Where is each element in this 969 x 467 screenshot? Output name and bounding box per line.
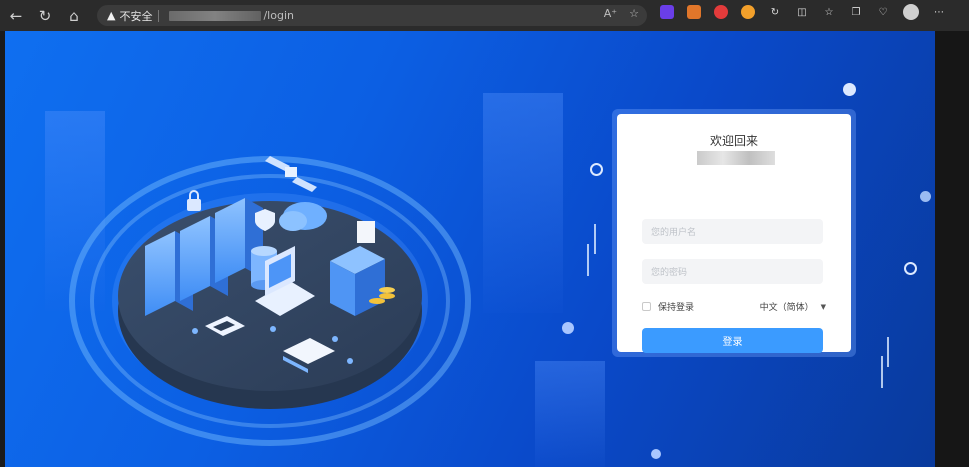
decor-ring — [904, 262, 917, 275]
remember-login[interactable]: 保持登录 — [642, 300, 694, 313]
remember-checkbox[interactable] — [642, 302, 651, 311]
chevron-down-icon: ▼ — [820, 302, 826, 311]
decor-pillar — [483, 93, 563, 313]
password-input[interactable]: 您的密码 — [642, 259, 823, 284]
decor-dot — [920, 191, 931, 202]
back-icon[interactable]: ← — [3, 3, 29, 29]
login-button[interactable]: 登录 — [642, 328, 823, 353]
decor-line — [587, 244, 589, 276]
extension-orange-icon[interactable] — [687, 5, 701, 19]
remember-label: 保持登录 — [658, 303, 695, 313]
decor-dot — [843, 83, 856, 96]
url-path: /login — [263, 9, 294, 22]
performance-icon[interactable]: ♡ — [876, 5, 890, 19]
decor-dot — [347, 358, 353, 364]
decor-line — [887, 337, 889, 367]
split-screen-icon[interactable]: ◫ — [795, 5, 809, 19]
extension-red-icon[interactable] — [714, 5, 728, 19]
more-menu-icon[interactable]: ⋯ — [932, 5, 946, 19]
decor-dot — [332, 336, 338, 342]
address-bar[interactable]: ▲ 不安全 /login A⁺ ☆ — [97, 5, 647, 26]
read-aloud-icon[interactable]: A⁺ — [604, 7, 617, 20]
decor-pillar — [535, 361, 605, 467]
decor-dot — [270, 326, 276, 332]
address-actions: A⁺ ☆ — [604, 7, 639, 20]
refresh-icon[interactable]: ↻ — [32, 3, 58, 29]
profile-avatar[interactable] — [903, 4, 919, 20]
decor-line — [881, 356, 883, 388]
decor-dot — [192, 328, 198, 334]
username-input[interactable]: 您的用户名 — [642, 219, 823, 244]
decor-dot — [651, 449, 661, 459]
decor-ring — [590, 163, 603, 176]
warning-icon: ▲ — [107, 9, 116, 22]
collections-icon[interactable]: ❐ — [849, 5, 863, 19]
extensions-bar: ↻ ◫ ☆ ❐ ♡ ⋯ — [660, 4, 946, 20]
browser-toolbar: ← ↻ ⌂ ▲ 不安全 /login A⁺ ☆ ↻ ◫ ☆ ❐ ♡ ⋯ — [0, 0, 969, 31]
favorites-icon[interactable]: ☆ — [822, 5, 836, 19]
extension-yellow-icon[interactable] — [741, 5, 755, 19]
window-edge — [935, 31, 969, 467]
decor-dot — [562, 322, 574, 334]
lock-icon — [187, 190, 201, 211]
home-icon[interactable]: ⌂ — [61, 3, 87, 29]
url-host-redacted — [169, 10, 262, 21]
decor-line — [594, 224, 596, 254]
extension-purple-icon[interactable] — [660, 5, 674, 19]
language-label: 中文（简体） — [759, 303, 814, 313]
refresh-extension-icon[interactable]: ↻ — [768, 5, 782, 19]
favorite-star-icon[interactable]: ☆ — [629, 7, 639, 20]
language-select[interactable]: 中文（简体） ▼ — [759, 300, 826, 314]
login-card: 欢迎回来 您的用户名 您的密码 保持登录 中文（简体） ▼ 登录 — [617, 114, 851, 353]
datacenter-illustration — [69, 156, 471, 446]
address-separator — [158, 9, 160, 22]
security-label[interactable]: 不安全 — [119, 8, 152, 24]
welcome-title: 欢迎回来 — [709, 134, 758, 148]
brand-name-redacted — [697, 151, 775, 165]
